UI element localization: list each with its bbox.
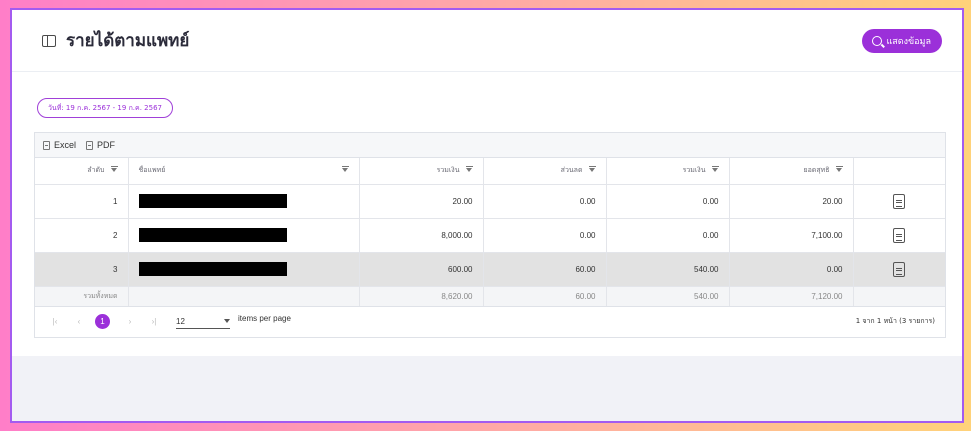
column-label: รวมเงิน bbox=[436, 166, 460, 175]
document-icon[interactable] bbox=[893, 193, 906, 209]
cell-total: 8,000.00 bbox=[359, 218, 484, 253]
column-header-no[interactable]: ลำดับ bbox=[35, 158, 129, 185]
summary-net-total: 540.00 bbox=[606, 286, 730, 307]
summary-total: 8,620.00 bbox=[359, 286, 484, 307]
summary-doctor bbox=[128, 286, 360, 307]
pdf-file-icon bbox=[86, 140, 94, 150]
summary-balance: 7,120.00 bbox=[729, 286, 854, 307]
table-row[interactable]: 1 20.00 0.00 0.00 20.00 bbox=[35, 184, 945, 219]
cell-net-total: 0.00 bbox=[606, 218, 730, 253]
summary-row: รวมทั้งหมด 8,620.00 60.00 540.00 7,120.0… bbox=[35, 286, 945, 307]
redacted-name bbox=[138, 262, 287, 276]
redacted-name bbox=[138, 228, 287, 242]
pdf-label: PDF bbox=[97, 140, 116, 150]
sidebar-toggle-icon[interactable] bbox=[42, 34, 56, 47]
cell-balance: 0.00 bbox=[729, 252, 854, 287]
cell-no: 3 bbox=[35, 252, 129, 287]
page-footer-area bbox=[12, 356, 962, 421]
cell-net-total: 540.00 bbox=[606, 252, 730, 287]
first-page-icon[interactable]: |‹ bbox=[47, 317, 63, 326]
last-page-icon[interactable]: ›| bbox=[146, 317, 162, 326]
excel-file-icon bbox=[43, 140, 50, 150]
filter-icon[interactable] bbox=[341, 166, 349, 173]
table-row-selected[interactable]: 3 600.00 60.00 540.00 0.00 bbox=[35, 252, 945, 287]
page-size-value: 12 bbox=[176, 316, 185, 326]
grid-toolbar: Excel PDF bbox=[35, 133, 945, 158]
filter-icon[interactable] bbox=[110, 166, 118, 173]
pager: |‹ ‹ 1 › ›| 12 items per page 1 จาก 1 หน… bbox=[35, 307, 945, 337]
document-icon[interactable] bbox=[893, 227, 906, 243]
items-per-page-label: items per page bbox=[238, 314, 291, 323]
column-header-actions bbox=[853, 158, 945, 185]
cell-discount: 0.00 bbox=[483, 218, 607, 253]
column-label: ยอดสุทธิ bbox=[803, 166, 830, 175]
column-header-balance[interactable]: ยอดสุทธิ bbox=[729, 158, 854, 185]
chevron-down-icon bbox=[224, 319, 230, 323]
show-data-button[interactable]: แสดงข้อมูล bbox=[862, 28, 942, 53]
page-header: รายได้ตามแพทย์ แสดงข้อมูล bbox=[12, 10, 962, 72]
column-header-discount[interactable]: ส่วนลด bbox=[483, 158, 607, 185]
filter-icon[interactable] bbox=[588, 166, 596, 173]
summary-discount: 60.00 bbox=[483, 286, 607, 307]
filter-icon[interactable] bbox=[465, 166, 473, 173]
cell-discount: 60.00 bbox=[483, 252, 607, 287]
page-button-current[interactable]: 1 bbox=[95, 314, 110, 329]
title-wrap: รายได้ตามแพทย์ bbox=[42, 27, 189, 54]
export-pdf-button[interactable]: PDF bbox=[86, 140, 115, 150]
filter-icon[interactable] bbox=[711, 166, 719, 173]
header-row: ลำดับ ชื่อแพทย์ รวมเงิน ส่วนลด รวมเงิน ย… bbox=[35, 158, 945, 185]
column-header-doctor[interactable]: ชื่อแพทย์ bbox=[128, 158, 360, 185]
column-label: ลำดับ bbox=[87, 166, 105, 175]
column-label: ชื่อแพทย์ bbox=[138, 166, 166, 175]
table-row[interactable]: 2 8,000.00 0.00 0.00 7,100.00 bbox=[35, 218, 945, 253]
income-table: ลำดับ ชื่อแพทย์ รวมเงิน ส่วนลด รวมเงิน ย… bbox=[35, 158, 945, 307]
show-data-label: แสดงข้อมูล bbox=[886, 36, 931, 47]
cell-no: 1 bbox=[35, 184, 129, 219]
column-label: รวมเงิน bbox=[682, 166, 706, 175]
prev-page-icon[interactable]: ‹ bbox=[71, 317, 87, 326]
document-icon[interactable] bbox=[893, 261, 906, 277]
filter-icon[interactable] bbox=[835, 166, 843, 173]
redacted-name bbox=[138, 194, 287, 208]
cell-doctor bbox=[128, 218, 360, 253]
cell-balance: 7,100.00 bbox=[729, 218, 854, 253]
cell-total: 20.00 bbox=[359, 184, 484, 219]
cell-actions bbox=[853, 218, 945, 253]
export-excel-button[interactable]: Excel bbox=[43, 140, 76, 150]
date-range-chip[interactable]: วันที่: 19 ก.ค. 2567 - 19 ก.ค. 2567 bbox=[37, 98, 173, 118]
data-grid: Excel PDF ลำดับ ชื่อแพทย์ รวมเงิน ส่วนลด… bbox=[34, 132, 946, 338]
pager-info: 1 จาก 1 หน้า (3 รายการ) bbox=[855, 317, 935, 325]
cell-actions bbox=[853, 252, 945, 287]
cell-no: 2 bbox=[35, 218, 129, 253]
app-window: รายได้ตามแพทย์ แสดงข้อมูล วันที่: 19 ก.ค… bbox=[10, 8, 964, 423]
summary-label: รวมทั้งหมด bbox=[35, 286, 129, 307]
cell-discount: 0.00 bbox=[483, 184, 607, 219]
cell-doctor bbox=[128, 184, 360, 219]
cell-total: 600.00 bbox=[359, 252, 484, 287]
cell-actions bbox=[853, 184, 945, 219]
excel-label: Excel bbox=[54, 140, 77, 150]
page-size-select[interactable]: 12 bbox=[176, 315, 230, 329]
cell-doctor bbox=[128, 252, 360, 287]
search-icon bbox=[872, 35, 883, 46]
cell-balance: 20.00 bbox=[729, 184, 854, 219]
column-header-total[interactable]: รวมเงิน bbox=[359, 158, 484, 185]
page-title: รายได้ตามแพทย์ bbox=[66, 31, 190, 51]
cell-net-total: 0.00 bbox=[606, 184, 730, 219]
column-label: ส่วนลด bbox=[560, 166, 583, 175]
next-page-icon[interactable]: › bbox=[122, 317, 138, 326]
column-header-net-total[interactable]: รวมเงิน bbox=[606, 158, 730, 185]
summary-actions bbox=[853, 286, 945, 307]
